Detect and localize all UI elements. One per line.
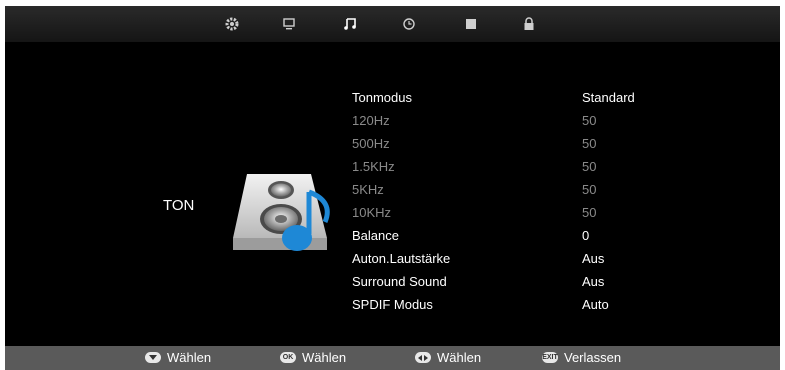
menu-value: 50 [582, 182, 597, 197]
menu-row-tonmodus[interactable]: Tonmodus Standard [352, 90, 772, 112]
menu-value: 0 [582, 228, 590, 243]
monitor-icon [283, 18, 295, 30]
menu-value: Aus [582, 251, 605, 266]
menu-value: Auto [582, 297, 609, 312]
menu-label: 500Hz [352, 136, 390, 151]
key-hint-bar: Wählen OK Wählen Wählen EXIT Verlassen [5, 346, 780, 370]
tab-display[interactable] [278, 14, 300, 34]
menu-row-10khz: 10KHz 50 [352, 205, 772, 227]
menu-row-balance[interactable]: Balance 0 [352, 228, 772, 250]
menu-row-500hz: 500Hz 50 [352, 136, 772, 158]
exit-key-icon: EXIT [542, 352, 558, 363]
hint-exit: EXIT Verlassen [542, 350, 621, 365]
gear-icon [225, 17, 239, 31]
menu-row-surround-sound[interactable]: Surround Sound Aus [352, 274, 772, 296]
tv-menu-screen: TON Tonmodus Standard 120Hz 50 500Hz 50 … [5, 6, 780, 370]
menu-row-spdif-mode[interactable]: SPDIF Modus Auto [352, 297, 772, 319]
ok-key-icon: OK [280, 352, 296, 363]
menu-row-5khz: 5KHz 50 [352, 182, 772, 204]
clock-icon [403, 18, 415, 30]
hint-select-down: Wählen [145, 350, 211, 365]
hint-label: Wählen [302, 350, 347, 365]
hint-select-left-right: Wählen [415, 350, 481, 365]
page-title: TON [163, 197, 195, 214]
menu-row-120hz: 120Hz 50 [352, 113, 772, 135]
menu-label: 120Hz [352, 113, 390, 128]
menu-label: 5KHz [352, 182, 384, 197]
menu-value: 50 [582, 136, 597, 151]
menu-label: Tonmodus [352, 90, 412, 105]
down-arrow-icon [145, 352, 161, 363]
menu-value: Standard [582, 90, 635, 105]
tab-time[interactable] [398, 14, 420, 34]
hint-label: Verlassen [564, 350, 622, 365]
menu-row-auto-volume[interactable]: Auton.Lautstärke Aus [352, 251, 772, 273]
lock-icon [524, 17, 534, 30]
menu-label: Surround Sound [352, 274, 447, 289]
music-note-icon [344, 18, 356, 30]
menu-value: Aus [582, 274, 605, 289]
speaker-music-icon [233, 174, 330, 251]
tab-lock[interactable] [518, 14, 540, 34]
tab-setup[interactable] [460, 14, 482, 34]
menu-row-1-5khz: 1.5KHz 50 [352, 159, 772, 181]
hint-label: Wählen [167, 350, 212, 365]
menu-label: 10KHz [352, 205, 392, 220]
tab-sound[interactable] [339, 14, 361, 34]
hint-label: Wählen [437, 350, 482, 365]
square-icon [466, 19, 476, 29]
menu-label: SPDIF Modus [352, 297, 433, 312]
menu-label: Balance [352, 228, 399, 243]
menu-value: 50 [582, 113, 597, 128]
menu-label: 1.5KHz [352, 159, 395, 174]
menu-value: 50 [582, 159, 597, 174]
hint-select-ok: OK Wählen [280, 350, 346, 365]
tab-picture[interactable] [221, 14, 243, 34]
menu-value: 50 [582, 205, 597, 220]
menu-tab-bar [5, 6, 780, 42]
left-right-arrow-icon [415, 352, 431, 363]
menu-label: Auton.Lautstärke [352, 251, 451, 266]
